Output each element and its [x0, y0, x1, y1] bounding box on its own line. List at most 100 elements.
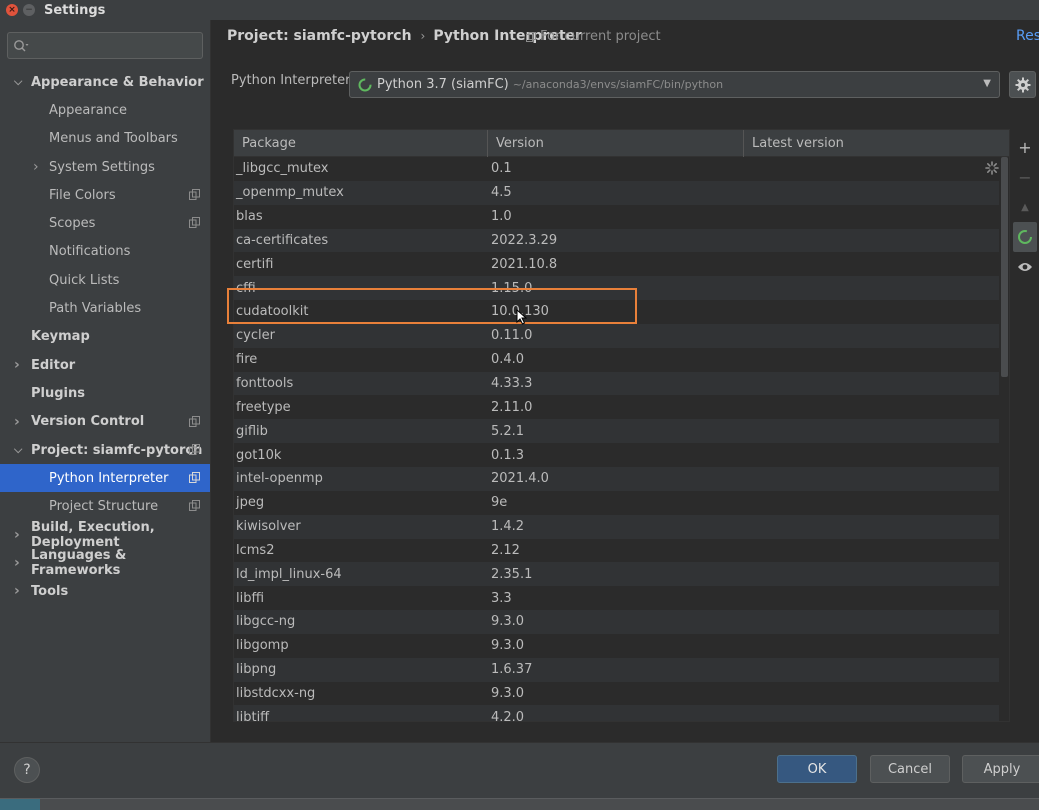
table-row[interactable]: fonttools 4.33.3: [234, 371, 999, 396]
package-version-cell: 0.4.0: [491, 352, 525, 368]
table-row[interactable]: blas 1.0: [234, 205, 999, 229]
package-name-cell: libpng: [236, 662, 277, 678]
package-version-cell: 2.11.0: [491, 399, 533, 415]
package-name-cell: certifi: [236, 256, 274, 272]
package-version-cell: 9.3.0: [491, 614, 525, 630]
package-tools: + − ▲: [1013, 132, 1037, 282]
for-current-project-note: For current project: [526, 29, 661, 44]
sidebar-item-keymap[interactable]: Keymap: [0, 323, 210, 351]
table-row[interactable]: cycler 0.11.0: [234, 323, 999, 348]
sidebar-item-path-variables[interactable]: Path Variables: [0, 294, 210, 322]
package-name-cell: cycler: [236, 328, 275, 344]
table-row[interactable]: libstdcxx-ng 9.3.0: [234, 682, 999, 706]
column-header-package[interactable]: Package: [234, 130, 488, 157]
table-row[interactable]: got10k 0.1.3: [234, 443, 999, 467]
table-row[interactable]: giflib 5.2.1: [234, 419, 999, 444]
table-row[interactable]: certifi 2021.10.8: [234, 252, 999, 276]
column-header-latest-version[interactable]: Latest version: [744, 130, 999, 157]
sidebar-item-appearance[interactable]: Appearance: [0, 96, 210, 124]
chevron-down-icon[interactable]: ⌵: [14, 443, 22, 457]
sidebar-item-notifications[interactable]: Notifications: [0, 238, 210, 266]
chevron-right-icon[interactable]: ›: [33, 159, 39, 175]
sidebar-item-appearance-behavior[interactable]: ⌵ Appearance & Behavior: [0, 68, 210, 96]
table-row[interactable]: lcms2 2.12: [234, 539, 999, 563]
packages-scrollbar-thumb[interactable]: [1001, 157, 1008, 377]
table-row[interactable]: libtiff 4.2.0: [234, 705, 999, 722]
chevron-right-icon[interactable]: ›: [14, 357, 20, 373]
breadcrumb-project: Project: siamfc-pytorch: [227, 28, 412, 44]
sidebar-item-menus-and-toolbars[interactable]: Menus and Toolbars: [0, 125, 210, 153]
sidebar-item-file-colors[interactable]: File Colors: [0, 181, 210, 209]
chevron-right-icon[interactable]: ›: [14, 527, 20, 543]
uninstall-package-button[interactable]: −: [1013, 162, 1037, 192]
python-loading-icon: [358, 78, 372, 91]
eye-icon: [1018, 263, 1032, 271]
sidebar-item-quick-lists[interactable]: Quick Lists: [0, 266, 210, 294]
table-row[interactable]: _openmp_mutex 4.5: [234, 180, 999, 205]
sidebar-item-python-interpreter[interactable]: Python Interpreter: [0, 464, 210, 493]
use-conda-package-manager-button[interactable]: [1013, 222, 1037, 252]
package-name-cell: libtiff: [236, 709, 270, 722]
table-row[interactable]: ld_impl_linux-64 2.35.1: [234, 562, 999, 587]
sidebar-item-languages-frameworks[interactable]: › Languages & Frameworks: [0, 548, 210, 579]
interpreter-label: Python Interpreter:: [231, 73, 355, 88]
table-row[interactable]: freetype 2.11.0: [234, 395, 999, 419]
project-scope-icon: [189, 217, 200, 229]
table-row[interactable]: libgcc-ng 9.3.0: [234, 610, 999, 634]
sidebar-item-label: Menus and Toolbars: [49, 131, 178, 147]
sidebar-item-label: Quick Lists: [49, 272, 120, 288]
sidebar-item-build-execution-deployment[interactable]: › Build, Execution, Deployment: [0, 520, 210, 550]
minimize-window-button[interactable]: −: [23, 4, 35, 16]
breadcrumb-separator: ›: [420, 29, 426, 43]
column-header-version[interactable]: Version: [488, 130, 744, 157]
window-title: Settings: [44, 2, 106, 18]
apply-button[interactable]: Apply: [962, 755, 1039, 783]
sidebar-item-scopes[interactable]: Scopes: [0, 209, 210, 237]
conda-icon: [1018, 230, 1032, 244]
table-row[interactable]: jpeg 9e: [234, 491, 999, 515]
cancel-button[interactable]: Cancel: [870, 755, 950, 783]
sidebar-item-tools[interactable]: › Tools: [0, 577, 210, 605]
chevron-right-icon[interactable]: ›: [14, 555, 20, 571]
close-window-button[interactable]: ×: [6, 4, 18, 16]
settings-search-input[interactable]: [7, 32, 203, 59]
sidebar-item-system-settings[interactable]: › System Settings: [0, 153, 210, 181]
chevron-right-icon[interactable]: ›: [14, 583, 20, 599]
table-row[interactable]: libgomp 9.3.0: [234, 634, 999, 658]
window-titlebar: × − Settings: [0, 0, 1039, 20]
table-row[interactable]: fire 0.4.0: [234, 348, 999, 372]
table-row[interactable]: intel-openmp 2021.4.0: [234, 466, 999, 491]
sidebar-item-plugins[interactable]: Plugins: [0, 379, 210, 407]
interpreter-settings-button[interactable]: [1009, 71, 1036, 98]
sidebar-item-label: System Settings: [49, 159, 155, 175]
table-row[interactable]: kiwisolver 1.4.2: [234, 514, 999, 539]
table-row[interactable]: ca-certificates 2022.3.29: [234, 228, 999, 253]
chevron-down-icon: ▼: [983, 78, 991, 89]
package-name-cell: libstdcxx-ng: [236, 685, 316, 701]
table-row[interactable]: _libgcc_mutex 0.1: [234, 157, 999, 181]
sidebar-item-label: Languages & Frameworks: [31, 548, 127, 579]
sidebar-item-project-structure[interactable]: Project Structure: [0, 492, 210, 520]
settings-sidebar: ⌵ Appearance & Behavior Appearance Menus an…: [0, 20, 211, 742]
taskbar-launcher[interactable]: [0, 799, 40, 810]
sidebar-item-label: Scopes: [49, 216, 96, 232]
table-row[interactable]: libpng 1.6.37: [234, 657, 999, 682]
package-version-cell: 4.33.3: [491, 376, 533, 392]
sidebar-item-version-control[interactable]: › Version Control: [0, 408, 210, 436]
help-button[interactable]: ?: [14, 757, 40, 783]
show-early-releases-button[interactable]: [1013, 252, 1037, 282]
packages-scrollbar[interactable]: [999, 157, 1009, 721]
for-current-project-label: For current project: [540, 29, 661, 44]
interpreter-select[interactable]: Python 3.7 (siamFC) ~/anaconda3/envs/sia…: [349, 71, 1000, 98]
chevron-right-icon[interactable]: ›: [14, 414, 20, 430]
sidebar-item-editor[interactable]: › Editor: [0, 351, 210, 379]
reset-link[interactable]: Rese: [1016, 28, 1039, 44]
chevron-down-icon[interactable]: ⌵: [14, 75, 22, 89]
package-name-cell: _openmp_mutex: [236, 185, 344, 201]
sidebar-item-project-siamfc-pytorch[interactable]: ⌵ Project: siamfc-pytorch: [0, 436, 210, 464]
package-version-cell: 9.3.0: [491, 685, 525, 701]
install-package-button[interactable]: +: [1013, 132, 1037, 162]
table-row[interactable]: libffi 3.3: [234, 586, 999, 610]
ok-button[interactable]: OK: [777, 755, 857, 783]
upgrade-package-button[interactable]: ▲: [1013, 192, 1037, 222]
